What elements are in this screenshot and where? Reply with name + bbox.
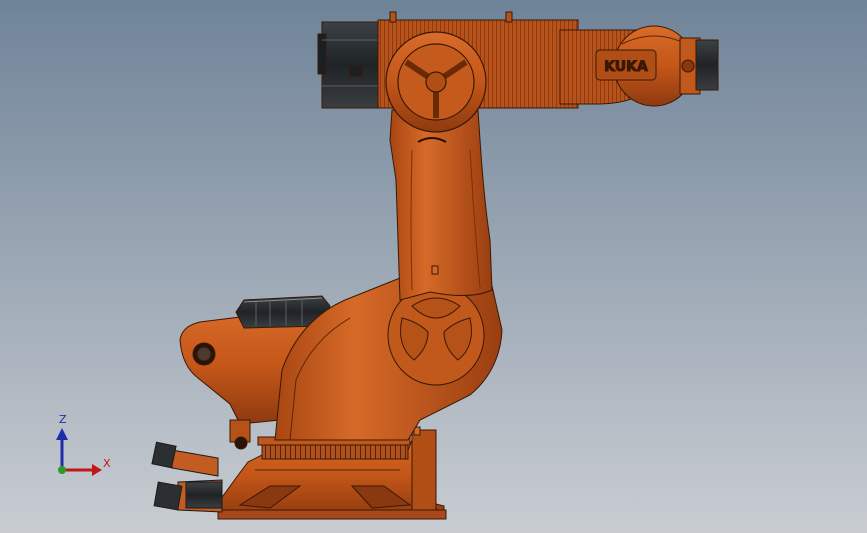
x-axis-label: X: [103, 457, 111, 470]
cad-viewport[interactable]: KUKA Z X: [0, 0, 867, 533]
origin-dot: [58, 466, 66, 474]
robot-scene: KUKA: [0, 0, 867, 533]
shoulder-joint: [385, 31, 487, 133]
robot-lower-arm: [389, 109, 493, 301]
z-axis-label: Z: [59, 413, 67, 426]
brand-logo: KUKA: [604, 59, 648, 75]
robot-upper-arm: KUKA: [317, 11, 719, 109]
carousel-emblem: [387, 284, 485, 386]
